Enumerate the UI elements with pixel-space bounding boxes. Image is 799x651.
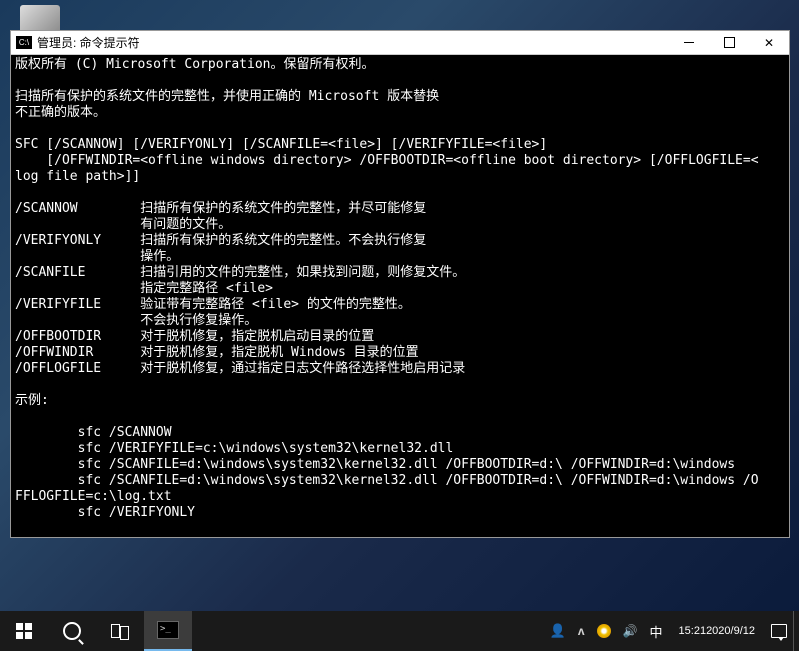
chevron-up-icon — [578, 624, 585, 638]
terminal-output[interactable]: 版权所有 (C) Microsoft Corporation。保留所有权利。 扫… — [11, 55, 789, 537]
close-button[interactable] — [749, 31, 789, 55]
system-clock[interactable]: 15:21 2020/9/12 — [669, 611, 765, 651]
cmd-taskbar-icon — [157, 621, 179, 639]
tray-chevron[interactable] — [572, 611, 591, 651]
cmd-icon: C:\ — [16, 36, 32, 49]
tray-ime[interactable]: 中 — [644, 611, 669, 651]
clock-date: 2020/9/12 — [706, 624, 755, 638]
taskbar-right: 中 15:21 2020/9/12 — [544, 611, 799, 651]
notification-icon — [771, 624, 787, 638]
show-desktop-button[interactable] — [793, 611, 799, 651]
maximize-button[interactable] — [709, 31, 749, 55]
window-controls — [669, 31, 789, 55]
start-button[interactable] — [0, 611, 48, 651]
volume-icon — [623, 624, 638, 638]
cmd-window: C:\ 管理员: 命令提示符 版权所有 (C) Microsoft Corpor… — [10, 30, 790, 538]
tray-user[interactable] — [544, 611, 572, 651]
shield-icon — [597, 624, 611, 638]
clock-time: 15:21 — [679, 624, 707, 638]
tray-notifications[interactable] — [765, 611, 793, 651]
tray-defender[interactable] — [591, 611, 617, 651]
tray-volume[interactable] — [617, 611, 644, 651]
taskbar-left — [0, 611, 192, 651]
search-button[interactable] — [48, 611, 96, 651]
taskbar-item-cmd[interactable] — [144, 611, 192, 651]
user-icon — [550, 623, 566, 639]
taskbar: 中 15:21 2020/9/12 — [0, 611, 799, 651]
titlebar[interactable]: C:\ 管理员: 命令提示符 — [11, 31, 789, 55]
taskview-button[interactable] — [96, 611, 144, 651]
windows-icon — [16, 623, 32, 639]
minimize-button[interactable] — [669, 31, 709, 55]
search-icon — [63, 622, 81, 640]
taskview-icon — [111, 624, 129, 638]
window-title: 管理员: 命令提示符 — [37, 34, 669, 51]
